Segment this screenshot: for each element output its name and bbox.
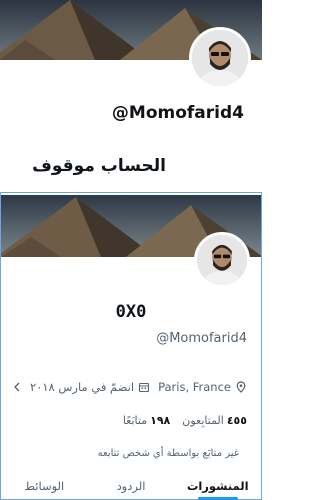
followers-link[interactable]: ٤٥٥ المتابِعون xyxy=(182,414,247,427)
tab-media[interactable]: الوسائط xyxy=(1,477,88,499)
follow-stats: ٤٥٥ المتابِعون ١٩٨ متابَعًا xyxy=(111,414,247,427)
profile-display-name: 0X0 xyxy=(115,302,147,322)
following-count: ١٩٨ xyxy=(150,414,171,427)
profile-joined-date: انضمّ في مارس ٢٠١٨ xyxy=(30,380,150,394)
followers-count: ٤٥٥ xyxy=(226,414,247,427)
profile-meta-row: Paris, France انضمّ في مارس ٢٠١٨ xyxy=(14,379,247,395)
location-pin-icon xyxy=(235,381,247,393)
suspended-profile-card: @Momofarid4 الحساب موقوف xyxy=(0,0,262,192)
profile-joined-text: انضمّ في مارس ٢٠١٨ xyxy=(30,380,135,394)
not-followed-notice: غير متابَع بواسطة أي شخص تتابعه xyxy=(97,448,239,459)
tab-posts[interactable]: المنشورات xyxy=(174,477,261,499)
tab-replies[interactable]: الردود xyxy=(88,477,175,499)
profile-avatar[interactable] xyxy=(189,27,251,89)
account-suspended-message: الحساب موقوف xyxy=(32,156,166,176)
calendar-icon xyxy=(138,381,150,393)
profile-avatar[interactable] xyxy=(194,232,250,288)
followers-label: المتابِعون xyxy=(182,414,224,427)
following-label: متابَعًا xyxy=(122,414,148,427)
following-link[interactable]: ١٩٨ متابَعًا xyxy=(123,414,170,427)
profile-handle: @Momofarid4 xyxy=(111,103,244,123)
profile-handle: @Momofarid4 xyxy=(156,331,247,346)
profile-location-text: Paris, France xyxy=(158,380,231,394)
profile-card: 0X0 @Momofarid4 Paris, France انضمّ في م… xyxy=(0,192,262,500)
profile-location: Paris, France xyxy=(158,380,247,394)
profile-tabs: المنشورات الردود الوسائط xyxy=(1,477,261,499)
chevron-left-icon[interactable] xyxy=(12,381,22,393)
